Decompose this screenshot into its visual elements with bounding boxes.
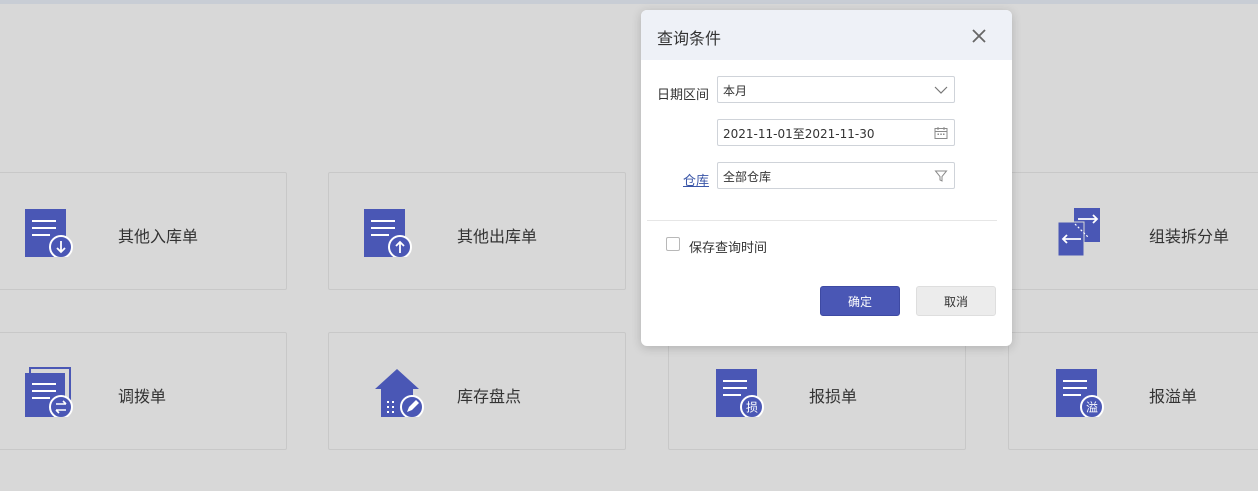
date-range-input[interactable]: 2021-11-01至2021-11-30 [717, 119, 955, 146]
date-range-label: 日期区间 [657, 88, 710, 103]
doc-arrow-up-icon [364, 209, 412, 257]
badge-text: 损 [746, 401, 758, 415]
save-query-time-label: 保存查询时间 [689, 241, 768, 256]
tile-other-inbound[interactable]: 其他入库单 [0, 172, 287, 290]
divider [647, 220, 997, 221]
tile-overflow-report[interactable]: 溢 报溢单 [1008, 332, 1258, 450]
tile-label: 报损单 [809, 387, 858, 406]
cancel-button[interactable]: 取消 [916, 286, 996, 316]
doc-overflow-icon: 溢 [1056, 369, 1104, 417]
tile-label: 组装拆分单 [1149, 227, 1230, 246]
house-edit-icon [375, 369, 424, 417]
tile-other-outbound[interactable]: 其他出库单 [328, 172, 626, 290]
swap-docs-icon [1057, 208, 1100, 257]
doc-loss-icon: 损 [716, 369, 764, 417]
calendar-icon [934, 127, 948, 139]
doc-transfer-icon [25, 367, 73, 417]
doc-arrow-down-icon [25, 209, 73, 257]
tile-transfer[interactable]: 调拨单 [0, 332, 287, 450]
period-select[interactable]: 本月 [717, 76, 955, 103]
tile-label: 调拨单 [118, 387, 167, 406]
close-icon[interactable] [969, 26, 989, 46]
query-dialog: 查询条件 日期区间 本月 2021-11-01至2021-11-30 仓库 全部… [641, 10, 1012, 346]
tile-label: 库存盘点 [457, 387, 522, 406]
tile-assembly-split[interactable]: 组装拆分单 [1008, 172, 1258, 290]
save-query-time-checkbox[interactable] [666, 237, 680, 251]
dialog-title: 查询条件 [657, 29, 722, 48]
tile-stocktaking[interactable]: 库存盘点 [328, 332, 626, 450]
warehouse-label-link[interactable]: 仓库 [683, 170, 709, 189]
dialog-header: 查询条件 [641, 10, 1012, 60]
tile-label: 报溢单 [1149, 387, 1198, 406]
top-bar [0, 0, 1258, 4]
badge-text: 溢 [1086, 401, 1098, 415]
period-select-value: 本月 [723, 84, 748, 98]
filter-icon[interactable] [934, 169, 948, 183]
confirm-button[interactable]: 确定 [820, 286, 900, 316]
warehouse-select[interactable]: 全部仓库 [717, 162, 955, 189]
tile-loss-report[interactable]: 损 报损单 [668, 332, 966, 450]
date-range-value: 2021-11-01至2021-11-30 [723, 127, 875, 141]
chevron-down-icon [934, 86, 948, 94]
warehouse-value: 全部仓库 [723, 170, 772, 184]
tile-label: 其他入库单 [118, 227, 199, 246]
tile-label: 其他出库单 [457, 227, 538, 246]
